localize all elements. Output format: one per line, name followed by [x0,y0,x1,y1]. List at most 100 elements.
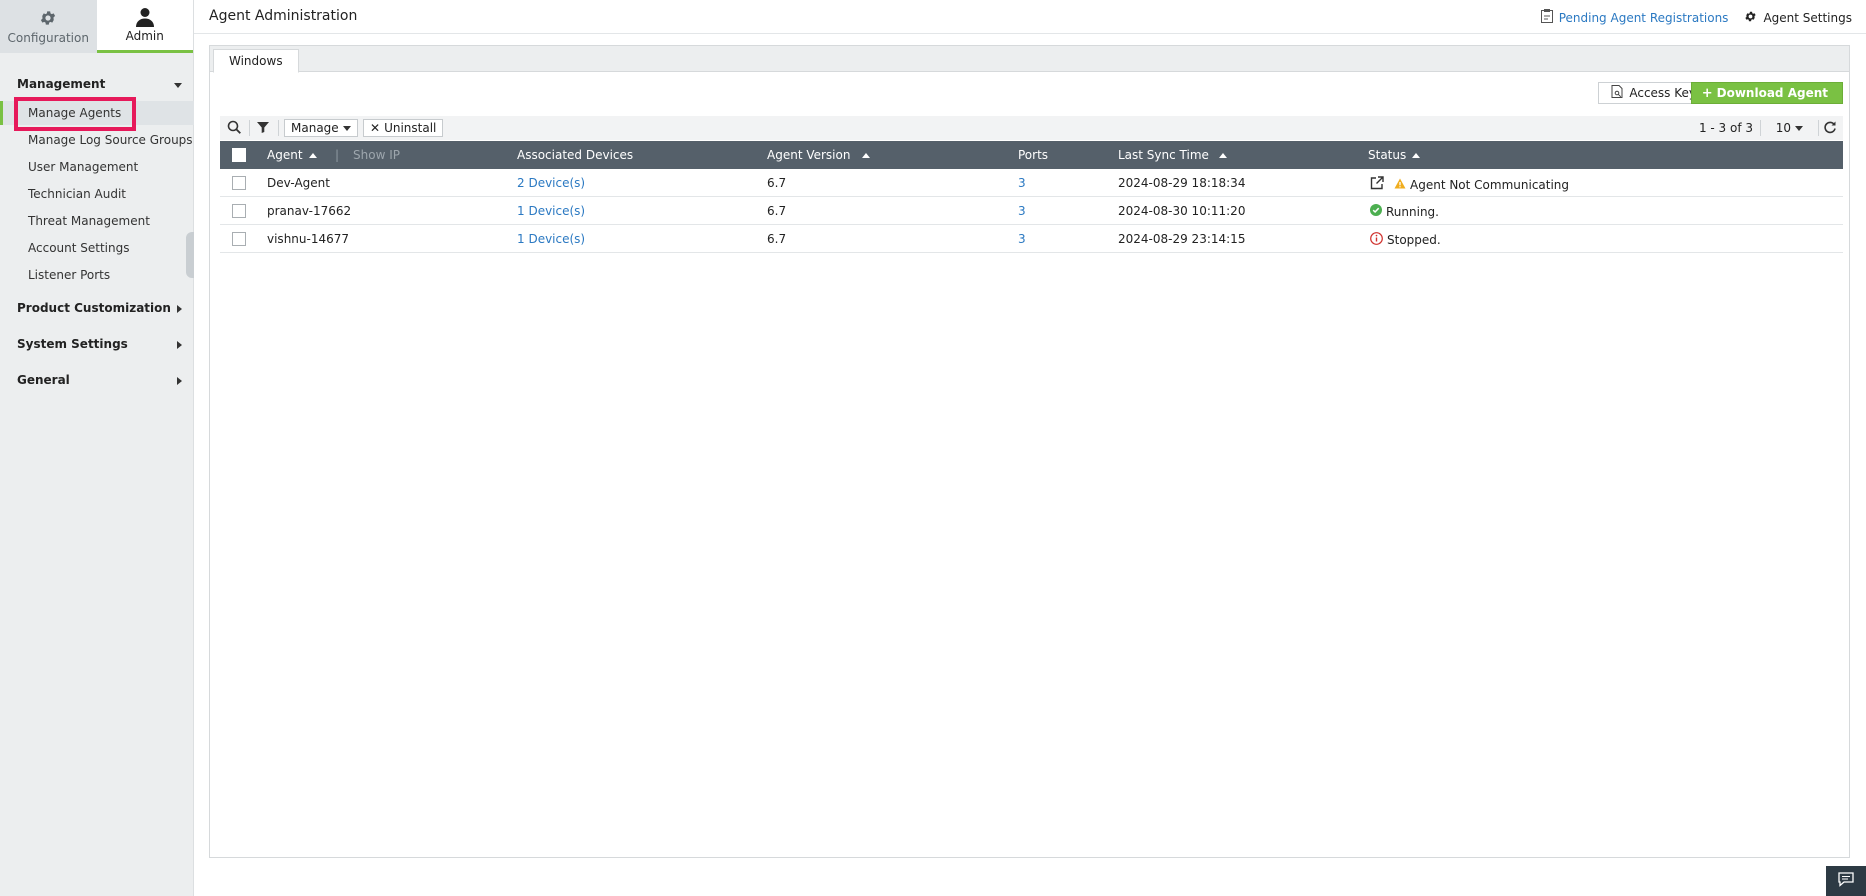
sidebar-item-label: Manage Log Source Groups [28,133,193,147]
header-links: Pending Agent Registrations Agent Settin… [1540,9,1852,26]
section-system-settings[interactable]: System Settings [17,337,182,351]
agents-panel: Windows Access Key + Download Agent Mana… [209,45,1850,858]
sidebar-item-threat-management[interactable]: Threat Management [0,209,194,233]
column-associated-devices[interactable]: Associated Devices [517,148,633,162]
column-ports[interactable]: Ports [1018,148,1048,162]
status-text: Running. [1386,204,1439,219]
agents-table: Agent | Show IP Associated Devices Agent… [220,141,1843,253]
row-checkbox[interactable] [232,176,246,190]
table-row[interactable]: Dev-Agent 2 Device(s) 6.7 3 2024-08-29 1… [220,169,1843,197]
sidebar-item-label: Technician Audit [28,187,126,201]
row-checkbox[interactable] [232,204,246,218]
sidebar-item-label: User Management [28,160,139,174]
gear-icon [1744,10,1757,26]
manage-dropdown[interactable]: Manage [284,119,358,137]
section-management[interactable]: Management [17,77,182,91]
sort-asc-icon [862,152,871,158]
uninstall-button[interactable]: ✕ Uninstall [363,119,444,137]
table-row[interactable]: vishnu-14677 1 Device(s) 6.7 3 2024-08-2… [220,225,1843,253]
agent-name: vishnu-14677 [267,232,350,246]
agent-name: Dev-Agent [267,176,330,190]
toolbar-divider [1818,120,1819,136]
tab-admin[interactable]: Admin [96,0,193,53]
column-divider: | [335,148,340,162]
toolbar-divider [278,120,279,136]
last-sync-time: 2024-08-29 23:14:15 [1118,232,1246,246]
tab-windows[interactable]: Windows [213,49,299,73]
warning-icon [1394,178,1406,192]
sidebar: Configuration Admin Management Manage Ag… [0,0,194,896]
agent-version: 6.7 [767,232,787,246]
last-sync-time: 2024-08-29 18:18:34 [1118,176,1246,190]
highlight-annotation [14,97,136,131]
plus-icon: + [1701,85,1713,101]
last-sync-time: 2024-08-30 10:11:20 [1118,204,1246,218]
column-agent[interactable]: Agent [267,148,317,162]
status-cell: Stopped. [1370,232,1441,248]
sidebar-top-tabs: Configuration Admin [0,0,193,53]
table-header: Agent | Show IP Associated Devices Agent… [220,141,1843,169]
chevron-down-icon [342,125,351,131]
column-status[interactable]: Status [1368,148,1421,162]
pending-agent-registrations-label: Pending Agent Registrations [1558,10,1729,25]
status-cell: Agent Not Communicating [1370,176,1569,193]
external-link-icon[interactable] [1370,176,1384,193]
select-all-checkbox[interactable] [232,148,246,162]
ports-link[interactable]: 3 [1018,232,1026,246]
sidebar-item-label: Listener Ports [28,268,111,282]
section-product-customization[interactable]: Product Customization [17,301,182,315]
info-error-icon [1370,232,1383,248]
sidebar-item-account-settings[interactable]: Account Settings [0,236,194,260]
toolbar-divider [1760,120,1761,136]
sidebar-item-label: Account Settings [28,241,130,255]
chevron-down-icon [1795,125,1803,131]
pagination-range: 1 - 3 of 3 [1698,121,1753,135]
ports-link[interactable]: 3 [1018,204,1026,218]
refresh-icon[interactable] [1823,120,1839,136]
show-ip-toggle[interactable]: Show IP [353,148,400,162]
column-agent-version-label: Agent Version [767,148,851,162]
column-agent-label: Agent [267,148,303,162]
sidebar-item-technician-audit[interactable]: Technician Audit [0,182,194,206]
tab-configuration-label: Configuration [7,30,89,45]
status-text: Stopped. [1387,233,1441,247]
agent-settings-label: Agent Settings [1763,10,1852,25]
table-row[interactable]: pranav-17662 1 Device(s) 6.7 3 2024-08-3… [220,197,1843,225]
section-general[interactable]: General [17,373,182,387]
associated-devices-link[interactable]: 1 Device(s) [517,232,585,246]
page-size-select[interactable]: 10 [1776,121,1803,135]
sidebar-item-label: Threat Management [28,214,150,228]
page-size-value: 10 [1775,121,1791,135]
column-agent-version[interactable]: Agent Version [767,148,871,162]
access-key-label: Access Key [1629,86,1696,100]
associated-devices-link[interactable]: 1 Device(s) [517,204,585,218]
section-product-customization-label: Product Customization [17,301,171,315]
sidebar-item-user-management[interactable]: User Management [0,155,194,179]
row-checkbox[interactable] [232,232,246,246]
tab-configuration[interactable]: Configuration [0,0,97,53]
gear-icon [39,9,57,29]
filter-icon[interactable] [256,120,272,136]
agent-settings-link[interactable]: Agent Settings [1744,10,1852,26]
column-last-sync-time-label: Last Sync Time [1118,148,1209,162]
sidebar-collapse-handle[interactable] [186,232,194,278]
section-management-label: Management [17,77,106,91]
sidebar-item-manage-log-source-groups[interactable]: Manage Log Source Groups [0,128,194,152]
check-circle-icon [1370,204,1382,219]
sort-asc-icon [308,152,317,158]
download-agent-label: Download Agent [1716,86,1828,100]
chevron-right-icon [177,377,182,385]
status-cell: Running. [1370,204,1439,219]
chevron-down-icon [174,83,182,88]
chevron-right-icon [177,341,182,349]
chat-button[interactable] [1826,866,1866,896]
uninstall-label: Uninstall [384,121,437,135]
associated-devices-link[interactable]: 2 Device(s) [517,176,585,190]
pending-agent-registrations-link[interactable]: Pending Agent Registrations [1540,9,1729,26]
ports-link[interactable]: 3 [1018,176,1026,190]
search-icon[interactable] [227,120,243,136]
sort-asc-icon [1218,152,1227,158]
sidebar-item-listener-ports[interactable]: Listener Ports [0,263,194,287]
column-last-sync-time[interactable]: Last Sync Time [1118,148,1227,162]
download-agent-button[interactable]: + Download Agent [1690,82,1843,104]
